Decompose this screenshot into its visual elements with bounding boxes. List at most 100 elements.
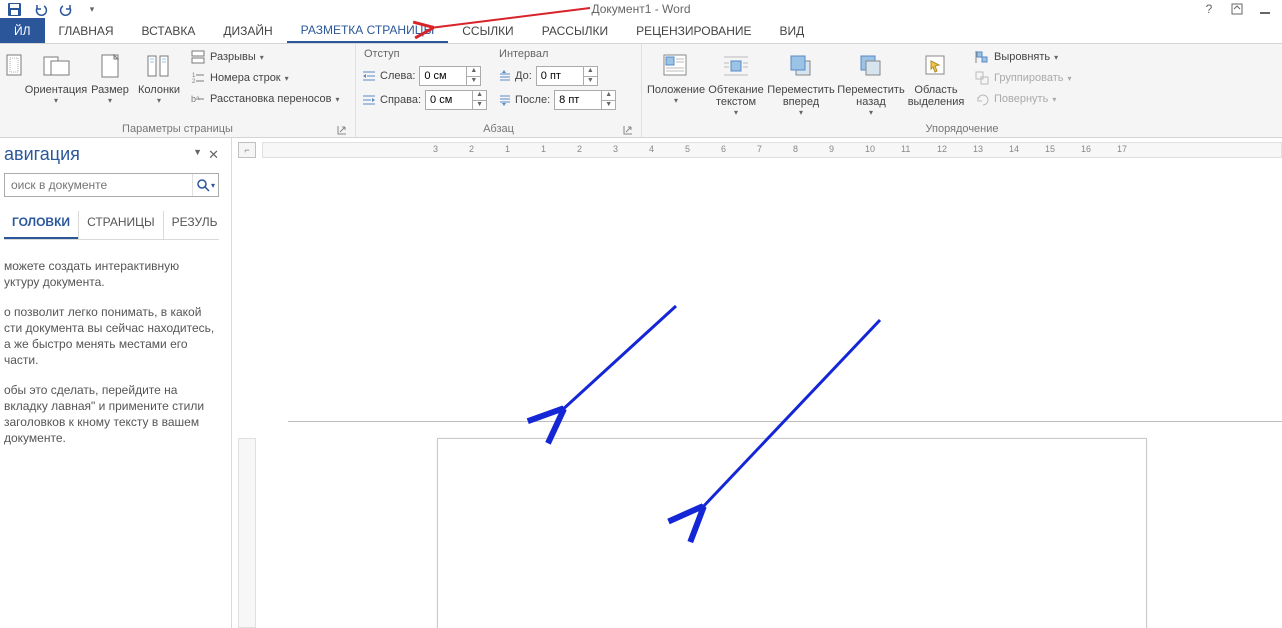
search-icon[interactable]: ▾ — [192, 174, 218, 196]
indent-right-input[interactable] — [426, 94, 472, 106]
ruler-tick: 6 — [721, 144, 726, 154]
tab-view[interactable]: ВИД — [765, 18, 818, 43]
spacing-before-spinbox[interactable]: ▲▼ — [536, 66, 598, 86]
ribbon: Ориентация ▾ Размер ▾ Колонки ▾ Разрывы … — [0, 44, 1282, 138]
chevron-down-icon: ▾ — [285, 74, 289, 83]
spin-down-icon[interactable]: ▼ — [466, 76, 480, 85]
indent-left-label: Слева: — [380, 70, 415, 82]
send-backward-icon — [855, 50, 887, 82]
ruler-tick: 3 — [613, 144, 618, 154]
nav-tab-pages[interactable]: СТРАНИЦЫ — [78, 211, 163, 239]
nav-tab-headings[interactable]: ГОЛОВКИ — [4, 211, 78, 239]
bring-forward-label: Переместить вперед — [767, 84, 834, 108]
tab-review[interactable]: РЕЦЕНЗИРОВАНИЕ — [622, 18, 765, 43]
help-icon[interactable]: ? — [1202, 2, 1216, 16]
margins-button-partial[interactable] — [6, 48, 24, 84]
orientation-icon — [40, 50, 72, 82]
position-icon — [660, 50, 692, 82]
save-icon[interactable] — [6, 1, 22, 17]
ruler-corner[interactable]: ⌐ — [238, 142, 256, 158]
group-arrange: Положение ▾ Обтекание текстом ▾ Перемест… — [642, 44, 1282, 137]
redo-icon[interactable] — [58, 1, 74, 17]
size-button[interactable]: Размер ▾ — [88, 48, 132, 107]
selection-pane-button[interactable]: Область выделения — [908, 48, 964, 110]
chevron-down-icon: ▾ — [799, 108, 803, 117]
document-page[interactable] — [437, 438, 1147, 628]
breaks-button[interactable]: Разрывы ▾ — [188, 48, 342, 66]
send-backward-label: Переместить назад — [837, 84, 904, 108]
previous-page-bottom — [288, 162, 1282, 422]
group-objects-icon — [974, 70, 990, 86]
spin-up-icon[interactable]: ▲ — [601, 91, 615, 100]
orientation-button[interactable]: Ориентация ▾ — [28, 48, 84, 107]
indent-right-spinbox[interactable]: ▲▼ — [425, 90, 487, 110]
spacing-after-label: После: — [515, 94, 550, 106]
tab-page-layout[interactable]: РАЗМЕТКА СТРАНИЦЫ — [287, 18, 449, 43]
columns-button[interactable]: Колонки ▾ — [136, 48, 182, 107]
quick-access-toolbar: ▾ — [0, 1, 100, 17]
nav-dropdown-icon[interactable]: ▼ — [193, 147, 202, 163]
wrap-text-icon — [720, 50, 752, 82]
chevron-down-icon: ▾ — [1068, 74, 1072, 83]
send-backward-button[interactable]: Переместить назад ▾ — [838, 48, 904, 119]
ruler-tick: 12 — [937, 144, 947, 154]
wrap-text-button[interactable]: Обтекание текстом ▾ — [708, 48, 764, 119]
nav-tab-results[interactable]: РЕЗУЛЬ — [163, 211, 226, 239]
close-icon[interactable]: ✕ — [208, 147, 219, 163]
arrange-group-label: Упорядочение — [648, 123, 1276, 137]
ruler-tick: 16 — [1081, 144, 1091, 154]
ruler-tick: 13 — [973, 144, 983, 154]
spin-up-icon[interactable]: ▲ — [583, 67, 597, 76]
indent-left-spinbox[interactable]: ▲▼ — [419, 66, 481, 86]
rotate-icon — [974, 91, 990, 107]
group-objects-button: Группировать ▾ — [972, 69, 1074, 87]
dialog-launcher-icon[interactable] — [337, 125, 347, 135]
indent-left-input[interactable] — [420, 70, 466, 82]
navigation-pane: авигация ▼ ✕ ▾ ГОЛОВКИ СТРАНИЦЫ РЕЗУЛЬ м… — [0, 138, 232, 628]
spin-up-icon[interactable]: ▲ — [466, 67, 480, 76]
qat-customize-icon[interactable]: ▾ — [84, 1, 100, 17]
spin-down-icon[interactable]: ▼ — [601, 100, 615, 109]
chevron-down-icon: ▾ — [260, 53, 264, 62]
orientation-label: Ориентация — [25, 84, 87, 96]
group-paragraph: Отступ Слева: ▲▼ Справа: ▲▼ — [356, 44, 642, 137]
ribbon-options-icon[interactable] — [1230, 2, 1244, 16]
tab-home[interactable]: ГЛАВНАЯ — [45, 18, 128, 43]
hyphenation-icon: bᵃ — [190, 91, 206, 107]
minimize-icon[interactable] — [1258, 2, 1272, 16]
group-objects-label: Группировать — [994, 72, 1064, 84]
spacing-after-spinbox[interactable]: ▲▼ — [554, 90, 616, 110]
ruler-tick: 2 — [469, 144, 474, 154]
rotate-button: Повернуть ▾ — [972, 90, 1074, 108]
chevron-down-icon: ▾ — [335, 95, 339, 104]
tab-file[interactable]: ЙЛ — [0, 18, 45, 43]
hyphenation-button[interactable]: bᵃ Расстановка переносов ▾ — [188, 90, 342, 108]
position-button[interactable]: Положение ▾ — [648, 48, 704, 107]
spin-up-icon[interactable]: ▲ — [472, 91, 486, 100]
spin-down-icon[interactable]: ▼ — [583, 76, 597, 85]
group-page-setup: Ориентация ▾ Размер ▾ Колонки ▾ Разрывы … — [0, 44, 356, 137]
spin-down-icon[interactable]: ▼ — [472, 100, 486, 109]
selection-pane-label: Область выделения — [908, 84, 965, 108]
align-button[interactable]: Выровнять ▾ — [972, 48, 1074, 66]
horizontal-ruler[interactable]: 3211234567891011121314151617 — [262, 142, 1282, 158]
line-numbers-button[interactable]: 12 Номера строк ▾ — [188, 69, 342, 87]
columns-label: Колонки — [138, 84, 180, 96]
tab-design[interactable]: ДИЗАЙН — [209, 18, 286, 43]
vertical-ruler[interactable] — [238, 438, 256, 628]
search-input[interactable] — [5, 174, 192, 196]
paragraph-group-label: Абзац — [362, 123, 635, 137]
undo-icon[interactable] — [32, 1, 48, 17]
navigation-search[interactable]: ▾ — [4, 173, 219, 197]
bring-forward-button[interactable]: Переместить вперед ▾ — [768, 48, 834, 119]
breaks-icon — [190, 49, 206, 65]
spacing-after-input[interactable] — [555, 94, 601, 106]
tab-references[interactable]: ССЫЛКИ — [448, 18, 527, 43]
spacing-before-input[interactable] — [537, 70, 583, 82]
navigation-tabs: ГОЛОВКИ СТРАНИЦЫ РЕЗУЛЬ — [4, 211, 219, 240]
size-icon — [94, 50, 126, 82]
dialog-launcher-icon[interactable] — [623, 125, 633, 135]
ruler-tick: 3 — [433, 144, 438, 154]
tab-mailings[interactable]: РАССЫЛКИ — [528, 18, 622, 43]
tab-insert[interactable]: ВСТАВКА — [128, 18, 210, 43]
